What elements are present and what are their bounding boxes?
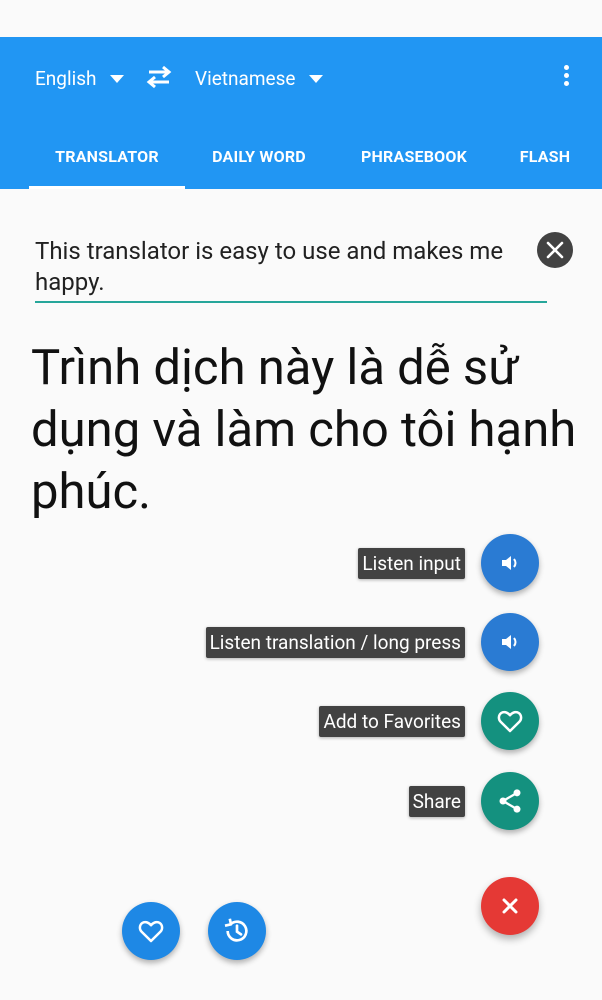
dropdown-arrow-icon — [110, 74, 125, 83]
input-text-field[interactable]: This translator is easy to use and makes… — [35, 236, 525, 298]
fab-action-add-favorites: Add to Favorites — [0, 690, 602, 750]
add-favorites-label[interactable]: Add to Favorites — [319, 706, 465, 737]
target-language-label: Vietnamese — [195, 67, 296, 90]
input-underline — [35, 301, 547, 303]
heart-outline-icon — [497, 710, 523, 733]
swap-arrows-icon[interactable] — [143, 64, 175, 90]
share-icon — [499, 789, 521, 813]
close-fab-button[interactable] — [481, 877, 539, 935]
source-language-label: English — [35, 67, 97, 90]
tab-label: DAILY WORD — [212, 147, 306, 166]
close-icon — [502, 898, 518, 914]
fab-action-share: Share — [0, 770, 602, 830]
heart-outline-icon — [138, 920, 164, 943]
volume-icon — [502, 556, 517, 570]
tab-bar: TRANSLATOR DAILY WORD PHRASEBOOK FLASH — [0, 137, 602, 189]
tab-translator[interactable]: TRANSLATOR — [29, 137, 185, 189]
fab-action-listen-translation: Listen translation / long press — [0, 611, 602, 671]
fab-action-listen-input: Listen input — [0, 532, 602, 592]
source-language-dropdown[interactable]: English — [35, 67, 125, 90]
status-bar — [0, 0, 602, 37]
tab-daily-word[interactable]: DAILY WORD — [190, 137, 328, 189]
tab-phrasebook[interactable]: PHRASEBOOK — [340, 137, 488, 189]
favorites-button[interactable] — [122, 902, 180, 960]
close-circle-icon[interactable] — [537, 232, 573, 268]
more-vert-icon[interactable] — [556, 65, 576, 93]
tab-label: FLASH — [519, 147, 571, 166]
listen-input-button[interactable] — [481, 534, 539, 592]
listen-translation-button[interactable] — [481, 613, 539, 671]
add-favorites-button[interactable] — [481, 692, 539, 750]
history-button[interactable] — [208, 902, 266, 960]
tab-flash[interactable]: FLASH — [505, 137, 585, 189]
translation-output: Trình dịch này là dễ sử dụng và làm cho … — [31, 339, 577, 520]
listen-input-label[interactable]: Listen input — [358, 548, 465, 579]
volume-icon — [502, 635, 517, 649]
share-button[interactable] — [481, 772, 539, 830]
share-label[interactable]: Share — [408, 786, 465, 817]
tab-label: PHRASEBOOK — [361, 147, 467, 166]
app-bar: English Vietnamese TRANSLATOR DAILY WORD — [0, 37, 602, 189]
dropdown-arrow-icon — [309, 74, 324, 83]
language-selector-row: English Vietnamese — [0, 37, 602, 121]
listen-translation-label[interactable]: Listen translation / long press — [205, 627, 465, 658]
tab-label: TRANSLATOR — [55, 147, 159, 166]
history-icon — [224, 918, 248, 942]
target-language-dropdown[interactable]: Vietnamese — [195, 67, 324, 90]
